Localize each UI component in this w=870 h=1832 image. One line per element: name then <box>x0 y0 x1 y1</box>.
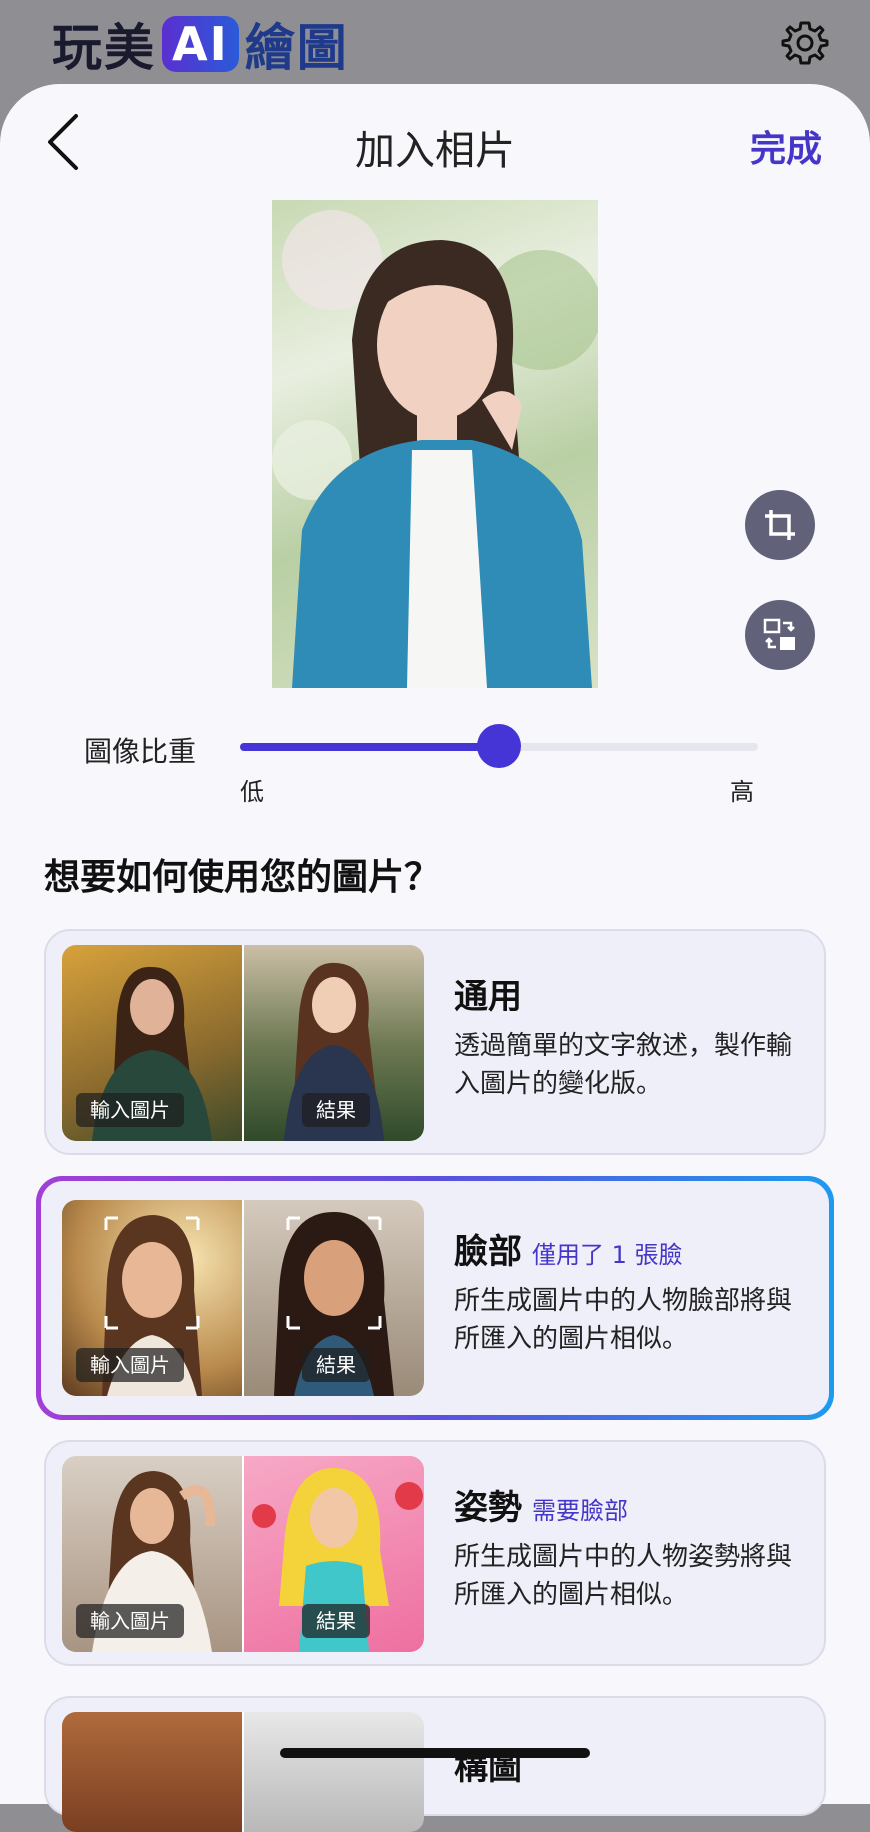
example-thumbnails <box>62 1712 424 1832</box>
slider-high-label: 高 <box>730 778 754 806</box>
example-thumbnails: 輸入圖片 結果 <box>62 945 424 1141</box>
result-image-tag: 結果 <box>302 1604 370 1638</box>
input-image-tag: 輸入圖片 <box>76 1093 184 1127</box>
result-image-tag: 結果 <box>302 1093 370 1127</box>
done-button[interactable]: 完成 <box>750 120 822 172</box>
logo-prefix: 玩美 <box>52 19 156 77</box>
input-example-image <box>62 1712 242 1832</box>
slider-fill <box>240 743 499 751</box>
result-example-image: 結果 <box>244 945 424 1141</box>
input-image-tag: 輸入圖片 <box>76 1348 184 1382</box>
input-example-image: 輸入圖片 <box>62 1200 242 1396</box>
page-title: 加入相片 <box>355 128 515 174</box>
app-logo: 玩美 AI 繪圖 <box>52 14 349 77</box>
example-thumbnails: 輸入圖片 結果 <box>62 1456 424 1652</box>
image-weight-slider[interactable] <box>240 724 758 768</box>
image-weight-label: 圖像比重 <box>84 735 197 768</box>
selected-photo <box>272 200 598 688</box>
input-example-image: 輸入圖片 <box>62 1456 242 1652</box>
app-bar: 玩美 AI 繪圖 <box>0 0 870 90</box>
option-title-text: 臉部 <box>454 1232 522 1272</box>
option-description: 所生成圖片中的人物姿勢將與所匯入的圖片相似。 <box>454 1542 793 1610</box>
option-title: 臉部 僅用了 1 張臉 <box>454 1224 683 1273</box>
crop-button[interactable] <box>745 490 815 560</box>
result-image-tag: 結果 <box>302 1348 370 1382</box>
result-example-image: 結果 <box>244 1200 424 1396</box>
option-subtitle: 需要臉部 <box>532 1497 628 1525</box>
result-example-image: 結果 <box>244 1456 424 1652</box>
crop-icon <box>765 510 795 540</box>
option-card-pose[interactable]: 輸入圖片 結果 姿勢 需要臉部 所生成圖片中的人物姿勢將與所匯入的圖片相似。 <box>44 1440 826 1666</box>
logo-suffix: 繪圖 <box>244 19 349 77</box>
slider-low-label: 低 <box>240 778 264 806</box>
option-title-text: 通用 <box>454 977 522 1017</box>
logo-ai-badge: AI <box>162 16 239 72</box>
option-title: 姿勢 需要臉部 <box>454 1480 628 1529</box>
gear-icon[interactable] <box>780 18 830 68</box>
option-title: 通用 <box>454 969 522 1018</box>
input-image-tag: 輸入圖片 <box>76 1604 184 1638</box>
usage-question: 想要如何使用您的圖片？ <box>44 857 441 898</box>
home-indicator[interactable] <box>280 1748 590 1758</box>
option-card-face[interactable]: 輸入圖片 結果 臉部 僅用了 1 張臉 所生成圖片中的人物臉部將與所匯入的圖片相似… <box>36 1176 834 1420</box>
example-thumbnails: 輸入圖片 結果 <box>62 1200 424 1396</box>
swap-image-button[interactable] <box>745 600 815 670</box>
slider-thumb[interactable] <box>477 724 521 768</box>
option-description: 透過簡單的文字敘述，製作輸入圖片的變化版。 <box>454 1031 793 1099</box>
option-subtitle: 僅用了 1 張臉 <box>532 1241 683 1269</box>
result-example-image <box>244 1712 424 1832</box>
swap-image-icon <box>763 618 795 650</box>
portrait-image <box>272 210 598 688</box>
option-title-text: 姿勢 <box>454 1488 522 1528</box>
option-description: 所生成圖片中的人物臉部將與所匯入的圖片相似。 <box>454 1286 793 1354</box>
option-card-general[interactable]: 輸入圖片 結果 通用 透過簡單的文字敘述，製作輸入圖片的變化版。 <box>44 929 826 1155</box>
input-example-image: 輸入圖片 <box>62 945 242 1141</box>
